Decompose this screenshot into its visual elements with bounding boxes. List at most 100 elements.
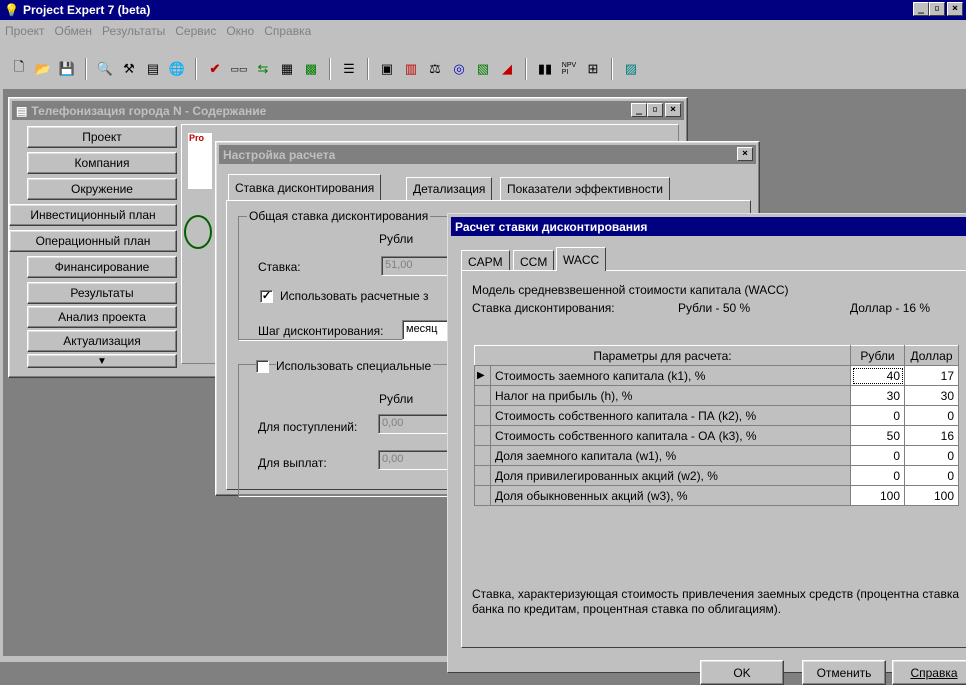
param-name-cell: Доля заемного капитала (w1), % [490, 445, 851, 466]
scroll-down-icon[interactable]: ▼ [27, 354, 177, 368]
rate-field[interactable]: 51,00 [381, 256, 451, 276]
menu-project[interactable]: Проект [0, 24, 50, 38]
table-row[interactable]: ▶ Стоимость заемного капитала (k1), % 40 17 [474, 365, 959, 386]
usd-value-cell[interactable]: 0 [904, 465, 959, 486]
bar-chart-icon[interactable]: ▮▮ [534, 58, 556, 80]
new-file-icon[interactable]: 🗋 [8, 58, 30, 80]
network-icon[interactable]: ⇆ [252, 58, 274, 80]
rub-value-cell[interactable]: 40 [850, 365, 905, 386]
usd-value-cell[interactable]: 0 [904, 405, 959, 426]
settings-dialog-titlebar[interactable]: Настройка расчета × [219, 145, 756, 164]
row-header[interactable] [474, 465, 491, 486]
rub-value-cell[interactable]: 50 [850, 425, 905, 446]
open-folder-icon[interactable]: 📂 [32, 58, 54, 80]
payments-field[interactable]: 0,00 [378, 450, 448, 470]
income-field[interactable]: 0,00 [378, 414, 448, 434]
close-icon[interactable]: × [947, 2, 963, 16]
check-icon[interactable]: ✔ [204, 58, 226, 80]
rub-value-cell[interactable]: 0 [850, 465, 905, 486]
export-icon[interactable]: ▨ [620, 58, 642, 80]
row-header[interactable] [474, 485, 491, 506]
row-header[interactable] [474, 385, 491, 406]
nav-analysis[interactable]: Анализ проекта [27, 306, 177, 328]
nav-financing[interactable]: Финансирование [27, 256, 177, 278]
maximize-icon[interactable]: ▫ [647, 103, 663, 117]
save-icon[interactable]: 💾 [56, 58, 78, 80]
current-row-arrow-icon[interactable]: ▶ [474, 365, 491, 386]
chart-icon[interactable]: ◢ [496, 58, 518, 80]
toolbar-separator [329, 58, 331, 80]
menu-service[interactable]: Сервис [170, 24, 221, 38]
tools-icon[interactable]: ⚒ [118, 58, 140, 80]
use-calculated-checkbox[interactable]: ✓ [260, 290, 273, 303]
table-row[interactable]: Стоимость собственного капитала - ПА (k2… [474, 405, 959, 426]
help-button[interactable]: Справка [892, 660, 966, 685]
cancel-button[interactable]: Отменить [802, 660, 886, 685]
close-icon[interactable]: × [737, 147, 753, 161]
rub-value-cell[interactable]: 100 [850, 485, 905, 506]
minimize-icon[interactable]: _ [631, 103, 647, 117]
close-icon[interactable]: × [665, 103, 681, 117]
ok-button[interactable]: OK [700, 660, 784, 685]
table-row[interactable]: Стоимость собственного капитала - ОА (k3… [474, 425, 959, 446]
nav-project[interactable]: Проект [27, 126, 177, 148]
rub-value-cell[interactable]: 30 [850, 385, 905, 406]
nav-company[interactable]: Компания [27, 152, 177, 174]
tab-discount-rate[interactable]: Ставка дисконтирования [228, 174, 382, 200]
spreadsheet-icon[interactable]: ▩ [300, 58, 322, 80]
row-header[interactable] [474, 445, 491, 466]
menu-bar: Проект Обмен Результаты Сервис Окно Спра… [0, 21, 966, 41]
table-icon[interactable]: ▦ [276, 58, 298, 80]
nav-investment-plan[interactable]: Инвестиционный план [9, 204, 177, 226]
menu-window[interactable]: Окно [221, 24, 259, 38]
report-icon[interactable]: ▤ [142, 58, 164, 80]
tab-wacc[interactable]: WACC [556, 247, 607, 271]
rub-value-cell[interactable]: 0 [850, 405, 905, 426]
table-row[interactable]: Налог на прибыль (h), % 30 30 [474, 385, 959, 406]
usd-value-cell[interactable]: 0 [904, 445, 959, 466]
clock-icon [184, 215, 212, 249]
nav-results[interactable]: Результаты [27, 282, 177, 304]
wacc-model-label: Модель средневзвешенной стоимости капита… [472, 283, 789, 297]
minimize-icon[interactable]: _ [913, 2, 929, 16]
document-icon[interactable]: ▧ [472, 58, 494, 80]
usd-value-cell[interactable]: 17 [904, 365, 959, 386]
grid-header-params: Параметры для расчета: [474, 345, 851, 366]
row-header[interactable] [474, 425, 491, 446]
menu-exchange[interactable]: Обмен [50, 24, 98, 38]
analysis-icon[interactable]: ◎ [448, 58, 470, 80]
grid-icon[interactable]: ⊞ [582, 58, 604, 80]
content-window-titlebar[interactable]: ▤ Телефонизация города N - Содержание _ … [12, 101, 684, 120]
cashflow-icon[interactable]: ▥ [400, 58, 422, 80]
menu-results[interactable]: Результаты [97, 24, 170, 38]
maximize-icon[interactable]: ▫ [929, 2, 945, 16]
table-row[interactable]: Доля привилегированных акций (w2), % 0 0 [474, 465, 959, 486]
wacc-dialog-titlebar[interactable]: Расчет ставки дисконтирования [451, 217, 966, 236]
nav-environment[interactable]: Окружение [27, 178, 177, 200]
usd-value-cell[interactable]: 30 [904, 385, 959, 406]
balance-icon[interactable]: ⚖ [424, 58, 446, 80]
globe-icon[interactable]: 🌐 [166, 58, 188, 80]
param-name-cell: Доля обыкновенных акций (w3), % [490, 485, 851, 506]
window-icon[interactable]: ▣ [376, 58, 398, 80]
app-titlebar[interactable]: 💡 Project Expert 7 (beta) _ ▫ × [0, 0, 966, 20]
list-icon[interactable]: ☰ [338, 58, 360, 80]
table-row[interactable]: Доля обыкновенных акций (w3), % 100 100 [474, 485, 959, 506]
wacc-dialog-title: Расчет ставки дисконтирования [455, 219, 648, 234]
table-row[interactable]: Доля заемного капитала (w1), % 0 0 [474, 445, 959, 466]
usd-value-cell[interactable]: 16 [904, 425, 959, 446]
special-rates-checkbox[interactable] [256, 360, 269, 373]
menu-help[interactable]: Справка [259, 24, 316, 38]
usd-value-cell[interactable]: 100 [904, 485, 959, 506]
rub-value-cell[interactable]: 0 [850, 445, 905, 466]
tab-efficiency-indicators[interactable]: Показатели эффективности [500, 177, 670, 201]
tab-detailing[interactable]: Детализация [406, 177, 493, 201]
logo-text: Pro [189, 133, 205, 143]
print-preview-icon[interactable]: 🔍 [94, 58, 116, 80]
compare-icon[interactable]: ▭▭ [228, 58, 250, 80]
nav-operational-plan[interactable]: Операционный план [9, 230, 177, 252]
row-header[interactable] [474, 405, 491, 426]
npv-pi-icon[interactable]: NPV PI [558, 58, 580, 80]
wacc-dialog: Расчет ставки дисконтирования CAPM CCM W… [447, 213, 966, 685]
nav-actualization[interactable]: Актуализация [27, 330, 177, 352]
